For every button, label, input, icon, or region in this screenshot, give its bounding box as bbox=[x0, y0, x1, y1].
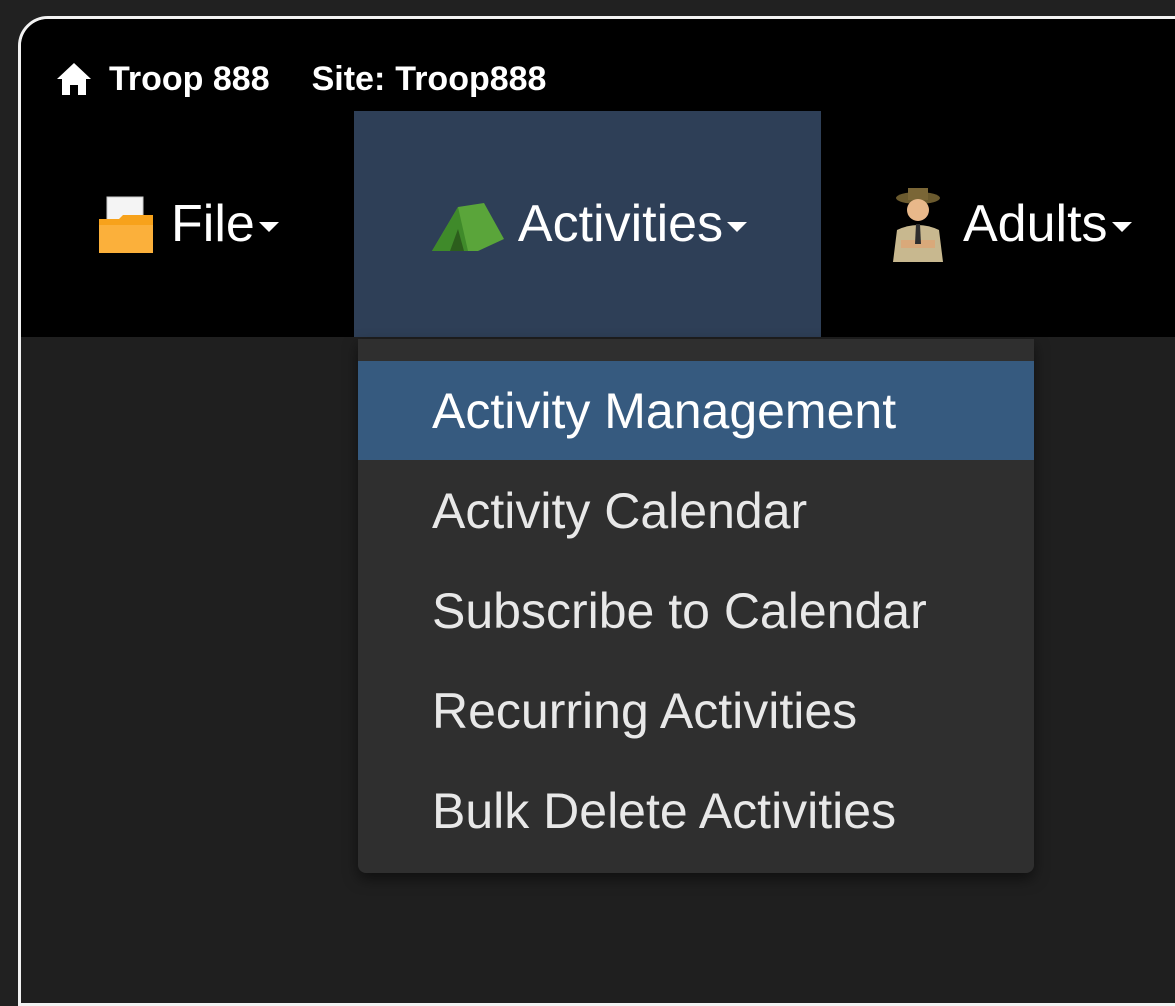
dropdown-item-subscribe-to-calendar[interactable]: Subscribe to Calendar bbox=[358, 561, 1034, 660]
home-label: Troop 888 bbox=[109, 59, 270, 98]
site-bar: Troop 888 Site: Troop888 bbox=[21, 49, 546, 109]
menu-activities[interactable]: Activities bbox=[354, 111, 821, 337]
chevron-down-icon bbox=[727, 222, 748, 232]
site-label: Site: Troop888 bbox=[312, 60, 547, 99]
dropdown-item-bulk-delete-activities[interactable]: Bulk Delete Activities bbox=[358, 761, 1034, 860]
dropdown-item-activity-management[interactable]: Activity Management bbox=[358, 361, 1034, 460]
menu-adults-label: Adults bbox=[963, 195, 1108, 253]
app-window: Troop 888 Site:Troop888 File Activities bbox=[18, 16, 1175, 1006]
home-link[interactable]: Troop 888 bbox=[55, 60, 270, 99]
menu-adults[interactable]: Adults bbox=[883, 111, 1132, 337]
scout-leader-icon bbox=[893, 188, 943, 262]
home-icon bbox=[57, 63, 91, 95]
tent-icon bbox=[431, 203, 504, 251]
activities-dropdown: Activity Management Activity Calendar Su… bbox=[358, 339, 1034, 873]
dropdown-item-recurring-activities[interactable]: Recurring Activities bbox=[358, 661, 1034, 760]
menu-file-label: File bbox=[171, 195, 255, 253]
site-prefix: Site: bbox=[311, 59, 386, 98]
dropdown-item-activity-calendar[interactable]: Activity Calendar bbox=[358, 461, 1034, 560]
chevron-down-icon bbox=[258, 222, 279, 232]
site-name: Troop888 bbox=[395, 59, 547, 98]
folder-icon bbox=[99, 196, 153, 253]
menu-file[interactable]: File bbox=[91, 111, 279, 337]
navbar: Troop 888 Site:Troop888 File Activities bbox=[21, 19, 1175, 337]
menu-activities-label: Activities bbox=[517, 195, 724, 253]
chevron-down-icon bbox=[1111, 222, 1132, 232]
